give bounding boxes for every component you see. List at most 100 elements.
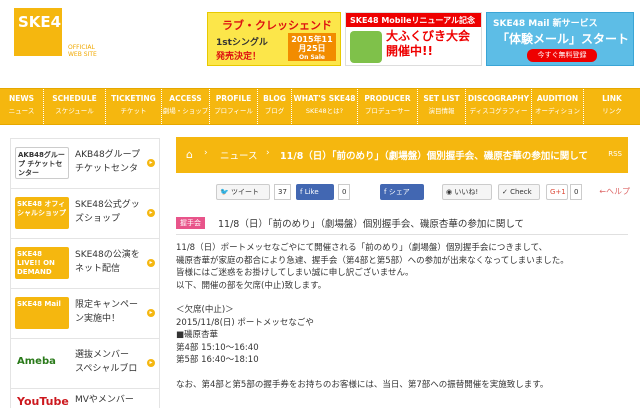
banner-ske48-mail[interactable]: SKE48 Mail 新サービス 「体験メール」スタート 今すぐ無料登録 xyxy=(486,12,634,66)
logo-sub-website: WEB SITE xyxy=(68,51,97,58)
ske48-mail-logo: SKE48 Mail xyxy=(15,297,69,329)
breadcrumb-news-link[interactable]: ニュース xyxy=(220,148,258,162)
like-count: 0 xyxy=(338,184,351,200)
absence-place: 2015/11/8(日) ポートメッセなごや xyxy=(176,317,314,328)
nav-label-jp: チケット xyxy=(120,107,147,115)
article-paragraph: 以下、開催の部を欠席(中止)致します。 xyxy=(176,280,327,291)
live-on-demand-logo: SKE48 LIVE!! ON DEMAND xyxy=(15,247,69,279)
nav-profile[interactable]: PROFILE プロフィール xyxy=(210,89,258,124)
sidebar-label-line1: 限定キャンペー xyxy=(75,300,139,310)
sidebar-item-goods-shop[interactable]: SKE48 オフィシャルショップ SKE48公式グッ ズショップ ▸ xyxy=(10,188,160,238)
youtube-logo: YouTube xyxy=(15,393,69,408)
sidebar-item-ticket-center[interactable]: AKB48グループ チケットセンター AKB48グループ チケットセンタ ▸ xyxy=(10,138,160,188)
official-shop-logo: SKE48 オフィシャルショップ xyxy=(15,197,69,229)
main-nav: NEWS ニュース SCHEDULE スケジュール TICKETING チケット AC… xyxy=(0,88,640,125)
nav-label-jp: スケジュール xyxy=(55,107,94,115)
chevron-right-icon: ▸ xyxy=(147,209,155,217)
banner1-release: 発売決定！ xyxy=(216,52,262,62)
sidebar-item-youtube[interactable]: YouTube MVやメンバー xyxy=(10,388,160,408)
nav-link[interactable]: LINK リンク xyxy=(584,89,640,124)
facebook-like-button[interactable]: f Like xyxy=(296,184,334,200)
ske48-logo[interactable]: SKE48 xyxy=(14,8,72,56)
nav-schedule[interactable]: SCHEDULE スケジュール xyxy=(44,89,106,124)
check-label: Check xyxy=(510,188,532,196)
nav-label-en: PRODUCER xyxy=(364,94,411,103)
sidebar-label-line1: SKE48公式グッ xyxy=(75,200,140,210)
sidebar-item-live-on-demand[interactable]: SKE48 LIVE!! ON DEMAND SKE48の公演を ネット配信 ▸ xyxy=(10,238,160,288)
article-paragraph: 11/8（日）ポートメッセなごやにて開催される「前のめり」（劇場盤）個別握手会に… xyxy=(176,243,548,253)
nav-setlist[interactable]: SET LIST 演目情報 xyxy=(418,89,466,124)
nav-access[interactable]: ACCESS 劇場・ショップ xyxy=(162,89,210,124)
sidebar-item-ameba[interactable]: Ameba 選抜メンバー スペシャルブロ ▸ xyxy=(10,338,160,388)
chevron-right-icon: ▸ xyxy=(147,359,155,367)
mixi-iine-button[interactable]: ◉ いいね! xyxy=(442,184,492,200)
article-body: 11/8（日）ポートメッセなごやにて開催される「前のめり」（劇場盤）個別握手会に… xyxy=(176,242,628,391)
sidebar: AKB48グループ チケットセンター AKB48グループ チケットセンタ ▸ SK… xyxy=(10,138,160,408)
article-paragraph: 磯原杏華が家庭の都合により急遽、握手会（第4部と第5部）への参加が出来なくなって… xyxy=(176,255,569,266)
logo-subtitle: OFFICIAL WEB SITE xyxy=(68,44,97,58)
nav-whats-ske48[interactable]: WHAT'S SKE48 SKE48とは? xyxy=(292,89,358,124)
nav-label-jp: リンク xyxy=(602,107,622,115)
sidebar-item-ske48-mail[interactable]: SKE48 Mail 限定キャンペー ン実施中！ ▸ xyxy=(10,288,160,338)
part5-time: 第5部 16:40～18:10 xyxy=(176,355,259,365)
breadcrumb-separator-icon: › xyxy=(204,148,208,158)
nav-label-jp: プロフィール xyxy=(214,107,253,115)
divider xyxy=(176,234,628,235)
facebook-share-button[interactable]: f シェア xyxy=(380,184,424,200)
sidebar-label-line2: ン実施中！ xyxy=(75,314,121,324)
nav-label-jp: ニュース xyxy=(8,107,35,115)
banner3-register-button[interactable]: 今すぐ無料登録 xyxy=(527,49,597,62)
sidebar-label-line2: ネット配信 xyxy=(75,264,121,274)
tweet-button[interactable]: 🐦 ツイート xyxy=(216,184,270,200)
article-title: 11/8（日）「前のめり」（劇場盤）個別握手会、磯原杏華の参加に関して xyxy=(218,219,525,230)
nav-label-en: SCHEDULE xyxy=(52,94,97,103)
sidebar-label-line2: チケットセンタ xyxy=(75,164,139,174)
banner1-date: 2015年11月25日 xyxy=(291,35,333,53)
banner2-main: 大ふくびき大会 開催中!! xyxy=(386,29,470,59)
nav-label-en: LINK xyxy=(602,94,622,103)
like-label: Like xyxy=(304,188,319,196)
nav-label-jp: 劇場・ショップ xyxy=(162,107,209,115)
nav-label-jp: SKE48とは? xyxy=(305,107,344,115)
sidebar-label-line1: SKE48の公演を xyxy=(75,250,140,260)
chevron-right-icon: ▸ xyxy=(147,159,155,167)
nav-audition[interactable]: AUDITION オーディション xyxy=(532,89,584,124)
mixi-check-button[interactable]: ✓ Check xyxy=(498,184,540,200)
nav-discography[interactable]: DISCOGRAPHY ディスコグラフィー xyxy=(466,89,532,124)
absent-member: ■磯原杏華 xyxy=(176,330,219,340)
nav-producer[interactable]: PRODUCER プロデューサー xyxy=(358,89,418,124)
sidebar-label: MVやメンバー xyxy=(75,395,134,405)
nav-label-jp: ブログ xyxy=(264,107,285,115)
breadcrumb-separator-icon: › xyxy=(266,148,270,158)
google-plus-button[interactable]: G+1 xyxy=(546,184,568,200)
banner1-onsale: On Sale xyxy=(299,54,325,61)
banner2-top: SKE48 Mobileリニューアル記念 xyxy=(346,13,481,27)
help-link[interactable]: ←ヘルプ xyxy=(599,186,630,197)
rss-icon[interactable]: RSS xyxy=(608,150,622,158)
nav-label-en: ACCESS xyxy=(169,94,202,103)
nav-label-jp: プロデューサー xyxy=(364,107,411,115)
chevron-right-icon: ▸ xyxy=(147,309,155,317)
nav-label-en: WHAT'S SKE48 xyxy=(293,94,356,103)
nav-ticketing[interactable]: TICKETING チケット xyxy=(106,89,162,124)
absence-header: ＜欠席(中止)＞ xyxy=(176,305,234,315)
sidebar-label-line2: ズショップ xyxy=(75,214,121,224)
article-paragraph: なお、第4部と第5部の握手券をお持ちのお客様には、当日、第7部への振替開催を実施… xyxy=(176,379,549,390)
banner3-top: SKE48 Mail 新サービス xyxy=(493,19,598,29)
iine-label: いいね! xyxy=(454,188,479,196)
category-tag[interactable]: 握手会 xyxy=(176,217,205,229)
nav-blog[interactable]: BLOG ブログ xyxy=(258,89,292,124)
nav-news[interactable]: NEWS ニュース xyxy=(0,89,44,124)
social-buttons: 🐦 ツイート 37 f Like 0 f シェア ◉ いいね! ✓ Check … xyxy=(216,184,630,200)
nav-label-en: DISCOGRAPHY xyxy=(467,94,530,103)
article-header: 握手会 11/8（日）「前のめり」（劇場盤）個別握手会、磯原杏華の参加に関して xyxy=(176,214,628,232)
nav-label-jp: オーディション xyxy=(534,107,581,115)
home-icon[interactable]: ⌂ xyxy=(186,148,193,161)
sidebar-label: SKE48の公演を ネット配信 xyxy=(75,248,151,276)
site-header: SKE48 OFFICIAL WEB SITE ラブ・クレッシェンド 1stシン… xyxy=(0,0,640,88)
nav-label-en: NEWS xyxy=(8,94,35,103)
ticket-center-logo: AKB48グループ チケットセンター xyxy=(15,147,69,179)
banner-mobile-renewal[interactable]: SKE48 Mobileリニューアル記念 大ふくびき大会 開催中!! xyxy=(345,12,482,66)
nav-label-en: AUDITION xyxy=(536,94,579,103)
banner-love-crescendo[interactable]: ラブ・クレッシェンド 1stシングル 発売決定！ 2015年11月25日 On … xyxy=(207,12,341,66)
